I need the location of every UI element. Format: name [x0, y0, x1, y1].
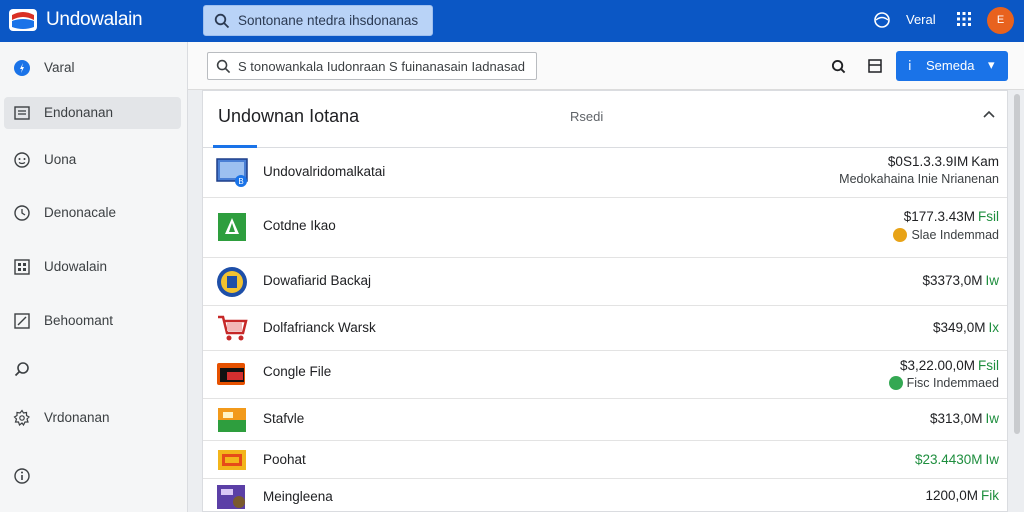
item-note: Slae Indemmad	[893, 228, 999, 242]
item-name: Dowafiarid Backaj	[263, 273, 372, 288]
svg-text:B: B	[238, 177, 243, 186]
item-note: Medokahaina Inie Nrianenan	[839, 172, 999, 186]
edit-icon	[14, 313, 30, 329]
status-badge	[893, 228, 908, 242]
sidebar-item-label: Behoomant	[44, 313, 114, 328]
header-text[interactable]: Veral	[906, 12, 936, 27]
sidebar-item-info[interactable]	[4, 460, 181, 492]
face-icon	[14, 152, 30, 168]
panel-subtitle[interactable]: Rsedi	[570, 109, 603, 124]
package-icon	[218, 450, 246, 470]
sidebar-item-uona[interactable]: Uona	[4, 144, 181, 176]
sidebar: Varal Endonanan Uona Denonacale Udowalai…	[0, 42, 188, 512]
item-amount: $313,0M Iw	[929, 411, 999, 426]
grid-icon	[14, 259, 30, 275]
panel-title: Undownan Iotana	[218, 106, 360, 126]
item-name: Congle File	[263, 364, 332, 379]
sidebar-item-endonanan[interactable]: Endonanan	[4, 97, 181, 129]
item-amount: $3373,0M Iw	[922, 273, 999, 288]
info-icon	[14, 468, 30, 484]
app-title: Undowalain	[46, 9, 143, 30]
status-badge	[888, 376, 903, 390]
bag-icon	[217, 485, 245, 509]
list-item[interactable]: Congle File $3,22.00,0M Fsil Fisc Indemma…	[203, 351, 1007, 399]
primary-action-label: Semeda	[926, 58, 975, 73]
item-amount: $0S1.3.3.9IM Kam	[887, 154, 999, 169]
search-leaf-icon	[14, 362, 29, 377]
scrollbar[interactable]	[1014, 94, 1020, 434]
clock-icon	[14, 205, 30, 221]
toolbar: S tonowankala Iudonraan S fuinanasain Ia…	[188, 42, 1024, 90]
list-item[interactable]: Cotdne Ikao $177.3.43M Fsil Slae Indemmad	[203, 198, 1007, 258]
sidebar-item-label: Endonanan	[44, 105, 114, 120]
panel-toggle-icon[interactable]	[868, 59, 882, 73]
sidebar-item-behoomant[interactable]: Behoomant	[4, 305, 181, 337]
search-icon	[214, 13, 230, 29]
zoom-icon[interactable]	[831, 59, 846, 74]
green-leaf-icon	[218, 213, 246, 241]
item-amount: $177.3.43M Fsil	[903, 209, 999, 224]
top-search-placeholder: Sontonane ntedra ihsdonanas	[238, 13, 419, 28]
item-amount: $349,0M Ix	[932, 320, 999, 335]
top-search-field[interactable]: Sontonane ntedra ihsdonanas	[203, 5, 433, 36]
globe-icon[interactable]	[873, 11, 891, 29]
item-name: Stafvle	[263, 411, 305, 426]
box-icon	[218, 408, 246, 432]
sidebar-item-udowalain[interactable]: Udowalain	[4, 251, 181, 283]
list-item[interactable]: Meingleena 1200,0M Fik	[203, 479, 1007, 512]
coin-icon	[217, 267, 247, 297]
sidebar-item-varal[interactable]: Varal	[4, 52, 181, 84]
panel-header: Undownan Iotana Rsedi	[203, 91, 1007, 148]
sidebar-item-vrdonanan[interactable]: Vrdonanan	[4, 402, 181, 434]
sidebar-item-search-leaf[interactable]	[4, 353, 181, 385]
item-amount: $23.4430M Iw	[914, 452, 999, 467]
primary-action-button[interactable]: ⅰ Semeda ▾	[896, 51, 1008, 81]
sidebar-item-label: Denonacale	[44, 205, 117, 220]
sidebar-item-denonacale[interactable]: Denonacale	[4, 197, 181, 229]
app-logo-icon[interactable]	[8, 6, 38, 34]
gear-icon	[13, 409, 30, 427]
item-name: Meingleena	[263, 489, 333, 504]
results-panel: Undownan Iotana Rsedi B Undovalridomalka…	[202, 90, 1008, 512]
item-amount: $3,22.00,0M Fsil	[899, 358, 999, 373]
item-name: Poohat	[263, 452, 306, 467]
sidebar-item-label: Uona	[44, 152, 77, 167]
list-icon	[14, 106, 30, 120]
main-area: S tonowankala Iudonraan S fuinanasain Ia…	[188, 42, 1024, 512]
sidebar-item-label: Vrdonanan	[44, 410, 110, 425]
monitor-icon: B	[216, 158, 248, 187]
list-item[interactable]: Dolfafrianck Warsk $349,0M Ix	[203, 306, 1007, 351]
item-name: Undovalridomalkatai	[263, 164, 386, 179]
search-input-value: S tonowankala Iudonraan S fuinanasain Ia…	[238, 59, 525, 74]
list-item[interactable]: Poohat $23.4430M Iw	[203, 441, 1007, 479]
item-amount: 1200,0M Fik	[925, 488, 999, 503]
item-name: Dolfafrianck Warsk	[263, 320, 376, 335]
folder-icon	[217, 363, 245, 385]
avatar[interactable]: E	[987, 7, 1014, 34]
sidebar-item-label: Varal	[44, 60, 75, 75]
circle-dot-icon	[14, 60, 30, 76]
top-bar: Undowalain Sontonane ntedra ihsdonanas V…	[0, 0, 1024, 42]
list-item[interactable]: B Undovalridomalkatai $0S1.3.3.9IM Kam Me…	[203, 148, 1007, 198]
list-item[interactable]: Dowafiarid Backaj $3373,0M Iw	[203, 258, 1007, 306]
search-input[interactable]: S tonowankala Iudonraan S fuinanasain Ia…	[207, 52, 537, 80]
item-name: Cotdne Ikao	[263, 218, 336, 233]
item-note: Fisc Indemmaed	[888, 376, 999, 390]
info-dot-icon: ⅰ	[908, 58, 912, 73]
search-icon	[216, 59, 231, 74]
sidebar-item-label: Udowalain	[44, 259, 108, 274]
apps-grid-icon[interactable]	[957, 12, 971, 26]
list-item[interactable]: Stafvle $313,0M Iw	[203, 399, 1007, 441]
cart-icon	[218, 315, 248, 341]
chevron-down-icon: ▾	[988, 57, 995, 72]
chevron-up-icon[interactable]	[983, 110, 995, 118]
